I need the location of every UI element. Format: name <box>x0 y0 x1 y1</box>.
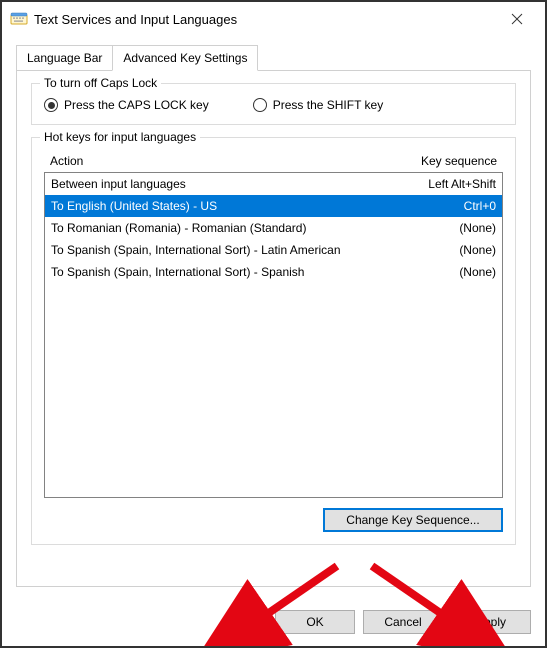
dialog-body: Language Bar Advanced Key Settings To tu… <box>2 36 545 601</box>
hotkey-list-row[interactable]: To English (United States) - USCtrl+0 <box>45 195 502 217</box>
radio-icon <box>44 98 58 112</box>
window-title: Text Services and Input Languages <box>34 12 497 27</box>
hotkey-key-sequence: (None) <box>386 263 496 281</box>
change-key-sequence-button[interactable]: Change Key Sequence... <box>323 508 503 532</box>
keyboard-icon <box>10 10 28 28</box>
hotkey-key-sequence: (None) <box>386 219 496 237</box>
apply-button[interactable]: Apply <box>451 610 531 634</box>
hotkey-action: To Romanian (Romania) - Romanian (Standa… <box>51 219 386 237</box>
hotkey-key-sequence: Left Alt+Shift <box>386 175 496 193</box>
hotkeys-list-header: Action Key sequence <box>44 152 503 172</box>
close-icon <box>511 13 523 25</box>
radio-label: Press the SHIFT key <box>273 98 383 112</box>
hotkey-key-sequence: (None) <box>386 241 496 259</box>
caps-lock-groupbox: To turn off Caps Lock Press the CAPS LOC… <box>31 83 516 125</box>
change-key-row: Change Key Sequence... <box>44 508 503 532</box>
tab-language-bar[interactable]: Language Bar <box>16 45 113 71</box>
hotkeys-groupbox: Hot keys for input languages Action Key … <box>31 137 516 545</box>
hotkeys-group-title: Hot keys for input languages <box>40 130 200 144</box>
hotkey-action: To Spanish (Spain, International Sort) -… <box>51 263 386 281</box>
caps-lock-group-title: To turn off Caps Lock <box>40 76 161 90</box>
radio-press-shift[interactable]: Press the SHIFT key <box>253 98 383 112</box>
titlebar: Text Services and Input Languages <box>2 2 545 36</box>
col-header-key: Key sequence <box>377 154 497 168</box>
hotkey-action: To Spanish (Spain, International Sort) -… <box>51 241 386 259</box>
ok-button[interactable]: OK <box>275 610 355 634</box>
hotkeys-listbox[interactable]: Between input languagesLeft Alt+ShiftTo … <box>44 172 503 498</box>
radio-label: Press the CAPS LOCK key <box>64 98 209 112</box>
dialog-footer: OK Cancel Apply <box>275 610 531 634</box>
col-header-action: Action <box>50 154 377 168</box>
hotkey-list-row[interactable]: To Spanish (Spain, International Sort) -… <box>45 261 502 283</box>
hotkey-list-row[interactable]: To Romanian (Romania) - Romanian (Standa… <box>45 217 502 239</box>
tab-strip: Language Bar Advanced Key Settings <box>16 45 531 71</box>
radio-press-caps-lock[interactable]: Press the CAPS LOCK key <box>44 98 209 112</box>
hotkey-action: To English (United States) - US <box>51 197 386 215</box>
hotkey-list-row[interactable]: To Spanish (Spain, International Sort) -… <box>45 239 502 261</box>
tab-panel-advanced: To turn off Caps Lock Press the CAPS LOC… <box>16 70 531 587</box>
tab-advanced-key-settings[interactable]: Advanced Key Settings <box>112 45 258 71</box>
hotkey-key-sequence: Ctrl+0 <box>386 197 496 215</box>
caps-lock-radio-row: Press the CAPS LOCK key Press the SHIFT … <box>44 98 503 112</box>
radio-icon <box>253 98 267 112</box>
close-button[interactable] <box>497 5 537 33</box>
hotkey-list-row[interactable]: Between input languagesLeft Alt+Shift <box>45 173 502 195</box>
cancel-button[interactable]: Cancel <box>363 610 443 634</box>
hotkey-action: Between input languages <box>51 175 386 193</box>
